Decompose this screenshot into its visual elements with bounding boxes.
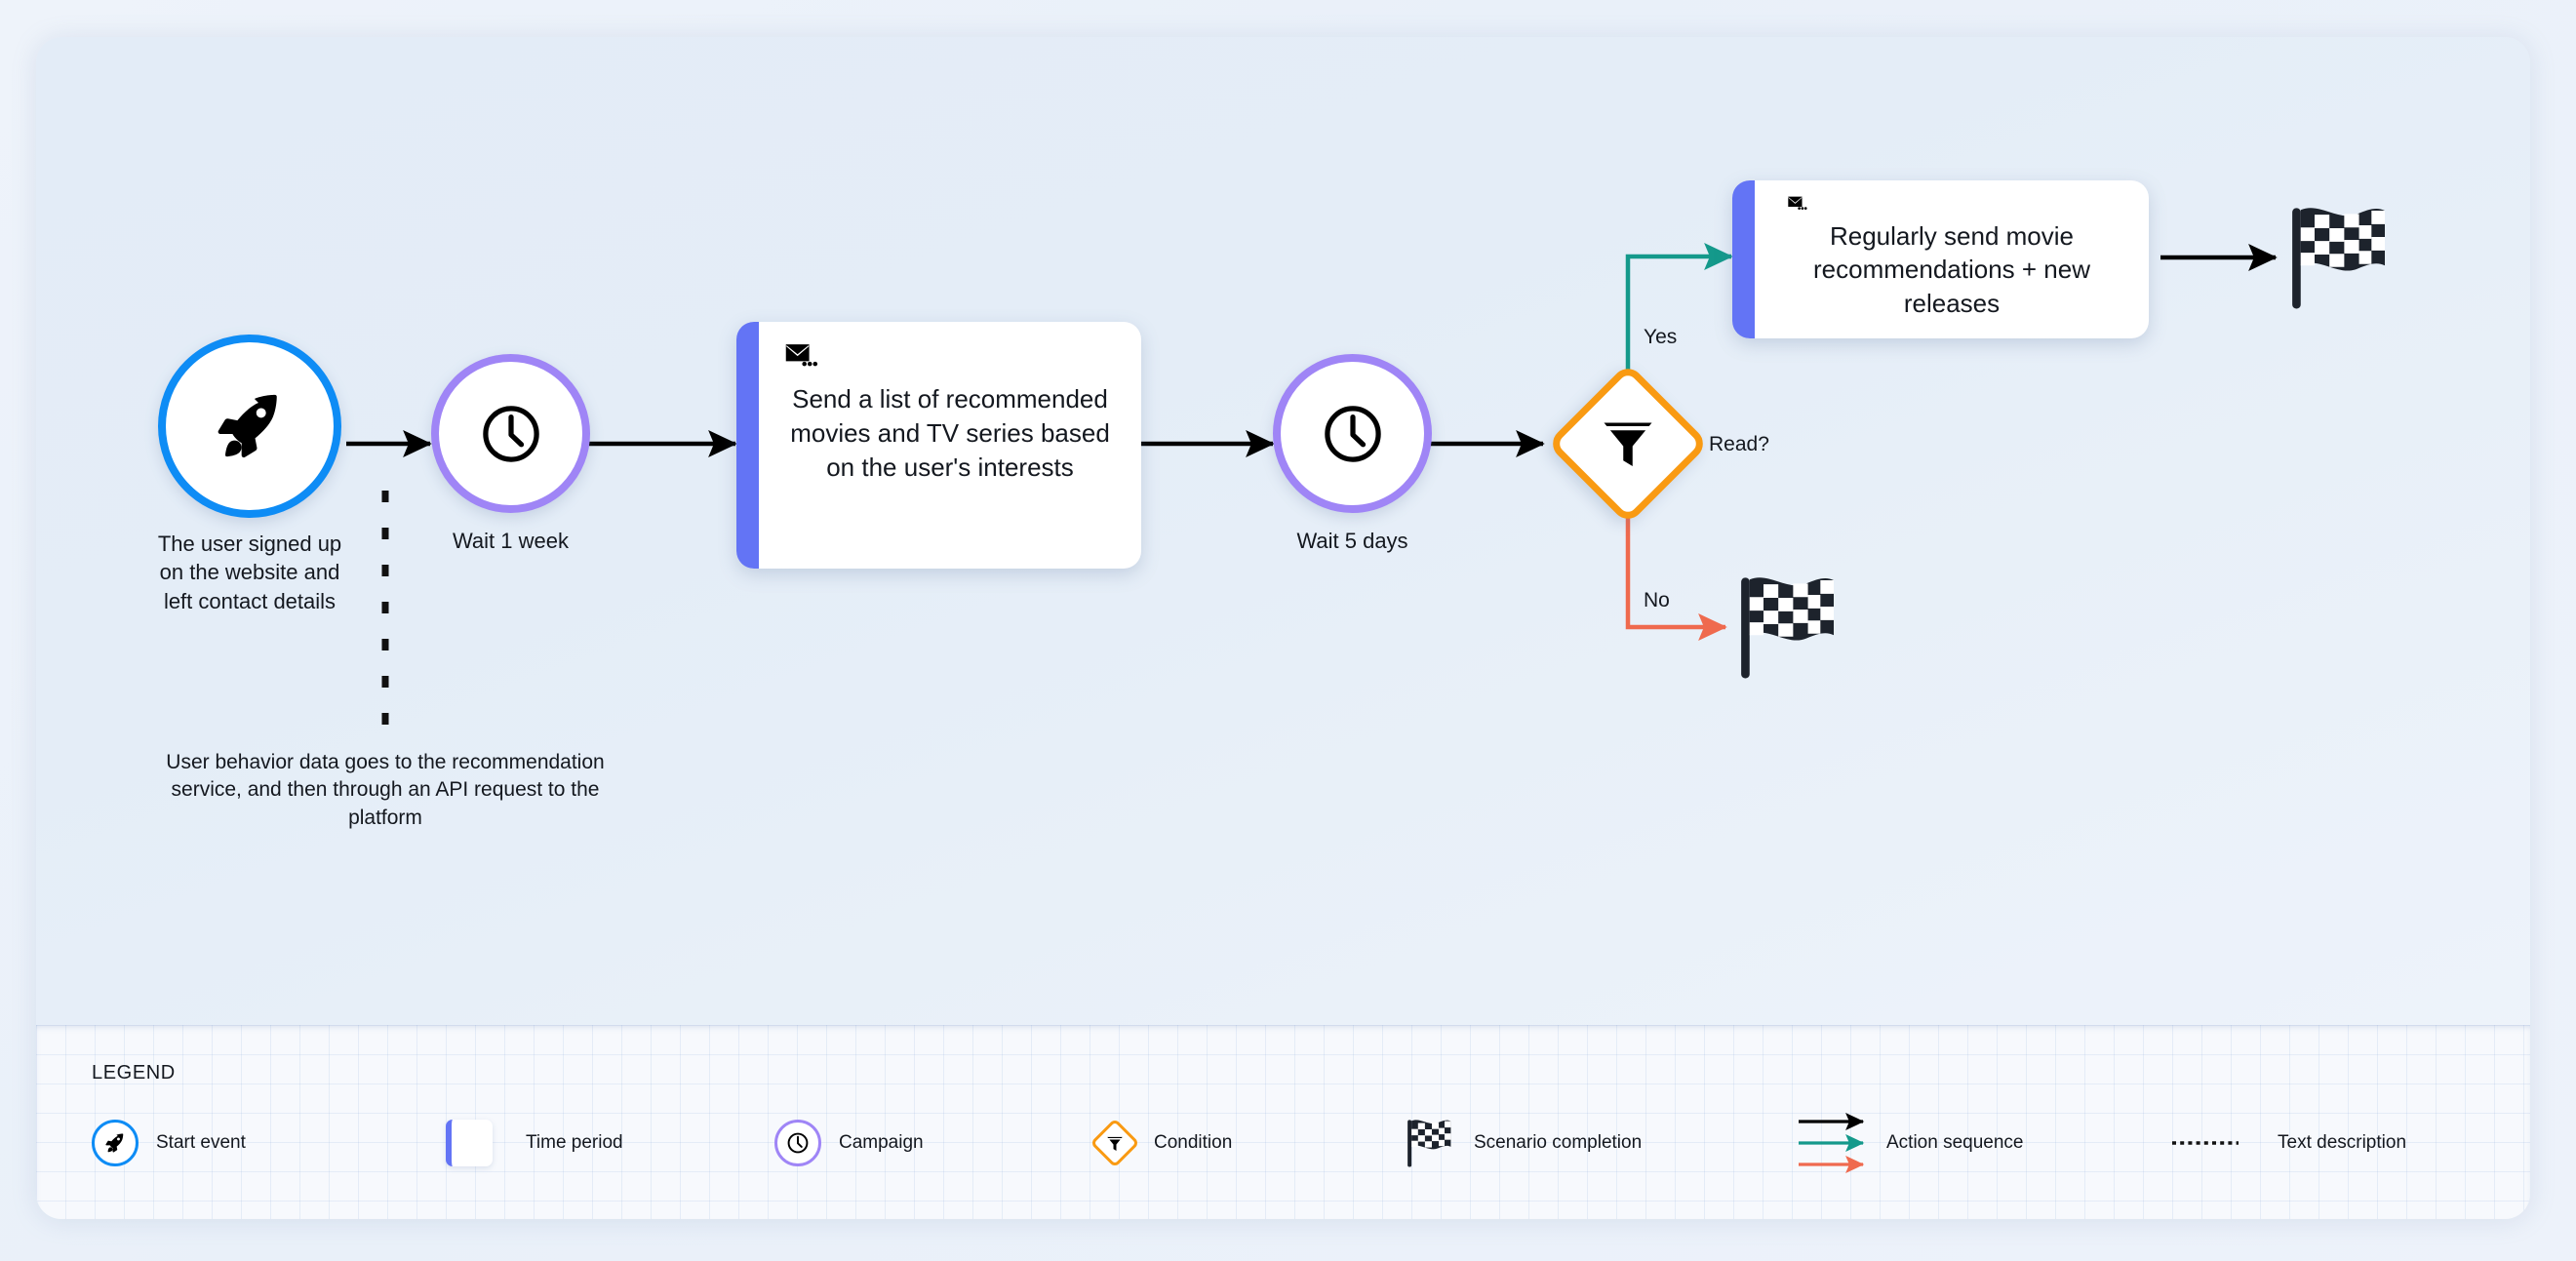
card-body: Send a list of recommended movies and TV…: [759, 322, 1141, 569]
email-card-text: Regularly send movie recommendations + n…: [1813, 220, 2090, 319]
clock-icon: [787, 1132, 809, 1154]
start-event-circle[interactable]: [158, 335, 341, 518]
arrows-icon: [1799, 1113, 1865, 1173]
rocket-icon: [218, 394, 277, 458]
node-email-recommendations[interactable]: Send a list of recommended movies and TV…: [736, 322, 1141, 569]
legend-title: LEGEND: [92, 1062, 176, 1084]
rocket-icon: [105, 1133, 124, 1153]
dotted-line-icon: [2172, 1141, 2239, 1145]
checkered-flag-icon: [1407, 1120, 1451, 1167]
node-wait-1-week[interactable]: Wait 1 week: [431, 354, 590, 553]
behavior-data-note: User behavior data goes to the recommend…: [166, 751, 605, 829]
condition-yes-label: Yes: [1644, 326, 1678, 348]
legend-label: Scenario completion: [1474, 1132, 1643, 1153]
clock-icon: [1324, 405, 1381, 462]
flow-canvas: The user signed up on the website and le…: [36, 37, 2530, 1219]
legend-label: Campaign: [839, 1132, 924, 1153]
start-event-caption: The user signed up on the website and le…: [157, 532, 342, 613]
email-card-text: Send a list of recommended movies and TV…: [790, 384, 1110, 482]
flow-area: The user signed up on the website and le…: [36, 37, 2530, 1025]
condition-label: Read?: [1709, 433, 1769, 455]
condition-no-label: No: [1644, 589, 1670, 611]
diagram-root: The user signed up on the website and le…: [0, 0, 2576, 1261]
legend-item-action-sequence: Action sequence: [1797, 1113, 2024, 1173]
node-condition[interactable]: [1546, 362, 1710, 526]
edge-condition-no: [1625, 512, 1727, 641]
edge-condition-yes: [1625, 243, 1733, 375]
node-email-regular[interactable]: Regularly send movie recommendations + n…: [1732, 180, 2149, 338]
legend-item-campaign: Campaign: [774, 1115, 924, 1171]
legend-condition-icon-wrap: [1106, 1134, 1125, 1153]
funnel-icon: [1107, 1136, 1123, 1151]
node-start-event[interactable]: The user signed up on the website and le…: [158, 335, 341, 613]
legend-label: Action sequence: [1886, 1132, 2024, 1153]
legend-item-time-period: Time period: [446, 1115, 623, 1171]
card-accent-bar: [736, 322, 759, 569]
node-end-bottom[interactable]: [1728, 569, 1845, 690]
legend-item-condition: Condition: [1090, 1115, 1233, 1171]
node-wait-5-days[interactable]: Wait 5 days: [1273, 354, 1432, 553]
legend-label: Time period: [526, 1132, 623, 1153]
legend-condition-swatch: [1090, 1118, 1140, 1168]
legend-campaign-swatch: [774, 1120, 821, 1166]
envelope-icon: [785, 344, 818, 367]
wait-5-days-circle[interactable]: [1273, 354, 1432, 513]
legend-item-text-description: Text description: [2170, 1115, 2406, 1171]
wait-1-week-circle[interactable]: [431, 354, 590, 513]
legend-label: Text description: [2278, 1132, 2407, 1153]
legend-card-swatch: [446, 1120, 493, 1166]
wait-1-week-caption: Wait 1 week: [452, 529, 569, 553]
legend-label: Start event: [156, 1132, 246, 1153]
legend-panel: LEGEND Start event Time period Campaign …: [36, 1025, 2530, 1219]
funnel-icon: [1604, 422, 1652, 466]
legend-start-swatch: [92, 1120, 139, 1166]
checkered-flag-icon: [2292, 208, 2385, 309]
legend-label: Condition: [1154, 1132, 1233, 1153]
clock-icon: [482, 405, 539, 462]
legend-item-start-event: Start event: [92, 1115, 246, 1171]
checkered-flag-icon: [1741, 577, 1834, 679]
node-end-top[interactable]: [2279, 199, 2397, 321]
condition-icon-wrap: [1599, 414, 1657, 473]
card-body: Regularly send movie recommendations + n…: [1755, 180, 2149, 338]
envelope-icon: [1788, 196, 1807, 210]
legend-item-scenario-completion: Scenario completion: [1402, 1115, 1642, 1171]
wait-5-days-caption: Wait 5 days: [1296, 529, 1408, 553]
condition-diamond[interactable]: [1546, 362, 1710, 526]
card-accent-bar: [1732, 180, 1755, 338]
